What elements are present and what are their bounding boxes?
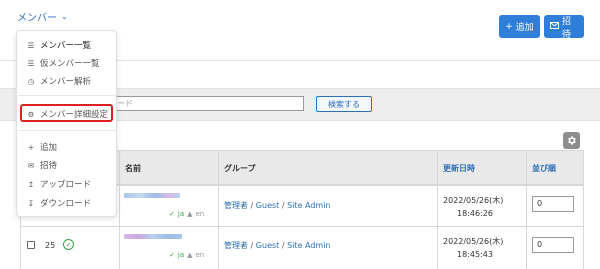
column-divider [583,150,584,269]
upload-icon: ↥ [27,179,35,189]
column-header-order[interactable]: 並び順 [532,163,556,174]
search-button[interactable]: 検索する [316,96,372,112]
lang-ja-label: ja [177,210,185,218]
member-menu-label: メンバー [17,13,57,24]
column-header-updated[interactable]: 更新日時 [443,163,475,174]
list-icon: ☰ [27,40,35,50]
menu-item-member-analysis[interactable]: ◷ メンバー解析 [27,75,92,88]
menu-item-label: メンバー解析 [40,77,92,87]
blurred-member-name [124,234,182,239]
row-checkbox[interactable] [27,241,35,249]
group-separator: / [250,241,254,250]
menu-item-invite[interactable]: ✉ 招待 [27,159,58,172]
menu-item-label: メンバー一覧 [40,41,92,51]
group-link-admin[interactable]: 管理者 [224,201,248,210]
menu-item-provisional-list[interactable]: ☰ 仮メンバー一覧 [27,57,100,70]
lang-en-label: en [195,251,205,259]
gear-icon [568,136,576,145]
column-divider [218,150,219,269]
group-separator: / [281,241,285,250]
group-link-guest[interactable]: Guest [256,201,280,210]
download-icon: ↧ [27,198,35,208]
plus-icon: + [27,142,35,152]
invite-button-label: 招待 [562,16,572,40]
check-icon: ✓ [169,210,175,218]
column-header-group: グループ [224,164,256,173]
group-separator: / [281,201,285,210]
invite-button[interactable]: 招待 [544,15,584,40]
lang-en-label: en [195,210,205,218]
updated-time: 18:46:26 [457,209,493,218]
menu-item-member-list[interactable]: ☰ メンバー一覧 [27,39,92,52]
column-divider [437,150,438,269]
group-links: 管理者 / Guest / Site Admin [224,200,331,211]
warning-icon: ▲ [187,251,193,259]
menu-item-label: 招待 [40,161,58,171]
menu-item-add[interactable]: + 追加 [27,141,58,154]
menu-item-label: 追加 [40,143,58,153]
updated-datetime: 2022/05/26(木) 18:46:26 [443,194,503,220]
updated-datetime: 2022/05/26(木) 18:45:43 [443,235,503,261]
group-link-admin[interactable]: 管理者 [224,241,248,250]
chart-icon: ◷ [27,76,35,86]
column-divider [526,150,527,269]
member-dropdown-menu: ☰ メンバー一覧 ☰ 仮メンバー一覧 ◷ メンバー解析 ⚙ メンバー詳細設定 +… [16,30,117,217]
add-button[interactable]: + 追加 [499,15,540,38]
check-icon: ✓ [169,251,175,259]
mail-icon: ✉ [27,160,35,170]
group-link-guest[interactable]: Guest [256,241,280,250]
row-divider [20,226,584,227]
updated-date: 2022/05/26(木) [443,237,504,246]
group-link-site-admin[interactable]: Site Admin [287,241,330,250]
order-input[interactable]: 0 [532,196,574,212]
plus-icon: + [505,21,513,32]
column-header-name: 名前 [125,164,141,173]
row-number: 25 [45,241,56,250]
search-button-label: 検索する [328,99,360,109]
group-link-site-admin[interactable]: Site Admin [287,201,330,210]
menu-item-upload[interactable]: ↥ アップロード [27,178,92,191]
status-check-icon: ✓ [63,239,74,250]
updated-date: 2022/05/26(木) [443,196,504,205]
group-links: 管理者 / Guest / Site Admin [224,240,331,251]
highlight-box [20,104,113,122]
table-settings-button[interactable] [563,132,580,149]
warning-icon: ▲ [187,210,193,218]
menu-divider [18,95,117,96]
group-separator: / [250,201,254,210]
list-icon: ☰ [27,58,35,68]
menu-item-label: アップロード [40,180,92,190]
add-button-label: 追加 [515,23,534,33]
column-divider [119,150,120,269]
menu-item-download[interactable]: ↧ ダウンロード [27,197,92,210]
menu-item-label: ダウンロード [40,199,92,209]
order-input[interactable]: 0 [532,237,574,253]
updated-time: 18:45:43 [457,250,493,259]
mail-icon [550,21,559,32]
member-menu-toggle[interactable]: メンバー ⌄ [17,9,68,24]
blurred-member-name [124,193,180,198]
lang-ja-label: ja [177,251,185,259]
chevron-down-icon: ⌄ [61,12,68,21]
language-badges: ✓ ja ▲ en [169,210,204,218]
search-input[interactable]: フード [102,96,304,111]
menu-item-label: 仮メンバー一覧 [40,59,100,69]
language-badges: ✓ ja ▲ en [169,251,204,259]
menu-divider [18,130,117,131]
